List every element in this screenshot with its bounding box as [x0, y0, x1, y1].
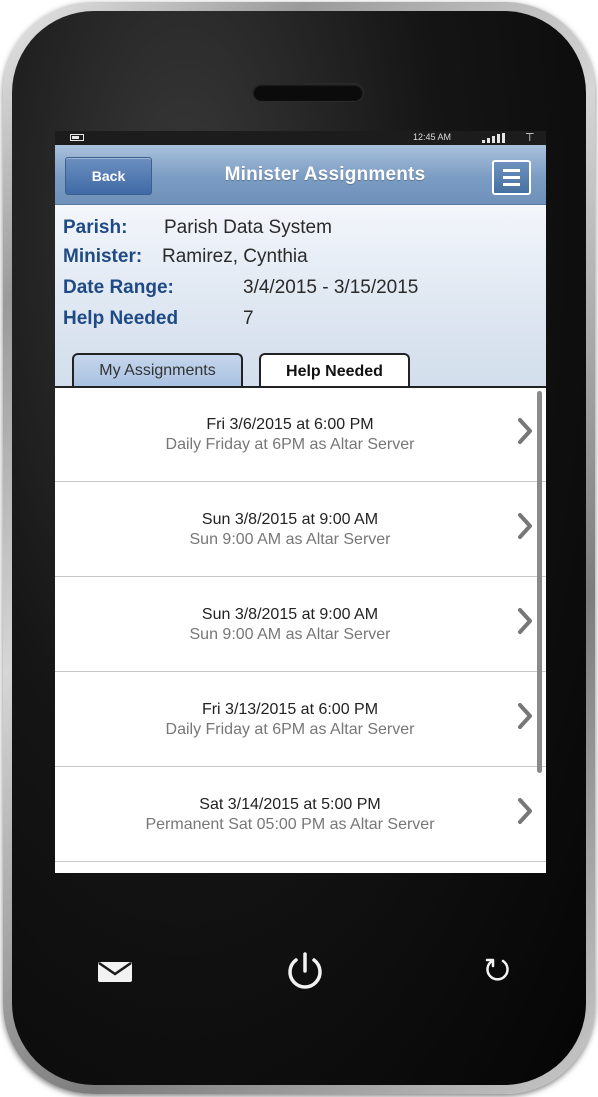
- tab-my-assignments[interactable]: My Assignments: [72, 353, 243, 386]
- power-icon[interactable]: [285, 951, 325, 991]
- scrollbar[interactable]: [537, 391, 542, 773]
- app-header: Back Minister Assignments: [55, 145, 546, 205]
- list-item[interactable]: Fri 3/6/2015 at 6:00 PM Daily Friday at …: [55, 388, 546, 482]
- list-item[interactable]: Sat 3/14/2015 at 5:00 PM Permanent Sat 0…: [55, 768, 546, 862]
- signal-icon: [482, 133, 512, 143]
- page-title: Minister Assignments: [224, 164, 426, 185]
- refresh-icon[interactable]: [483, 956, 511, 984]
- item-date: Fri 3/6/2015 at 6:00 PM: [206, 416, 374, 433]
- date-range-label: Date Range:: [63, 277, 174, 298]
- menu-button[interactable]: [492, 160, 531, 195]
- chevron-right-icon: [518, 513, 532, 539]
- back-button[interactable]: Back: [65, 157, 152, 195]
- help-needed-label: Help Needed: [63, 308, 179, 329]
- chevron-right-icon: [518, 798, 532, 824]
- item-date: Fri 3/13/2015 at 6:00 PM: [201, 701, 379, 718]
- item-description: Sun 9:00 AM as Altar Server: [189, 626, 391, 643]
- assignment-list: Fri 3/6/2015 at 6:00 PM Daily Friday at …: [55, 388, 546, 873]
- item-date: Sun 3/8/2015 at 9:00 AM: [201, 511, 379, 528]
- antenna-icon: ⊤: [525, 132, 535, 144]
- list-item[interactable]: Fri 3/13/2015 at 6:00 PM Daily Friday at…: [55, 673, 546, 767]
- phone-screen: 12:45 AM ⊤ Back Minister Assignments Par…: [55, 131, 546, 873]
- list-item[interactable]: Sun 3/8/2015 at 9:00 AM Sun 9:00 AM as A…: [55, 483, 546, 577]
- item-description: Daily Friday at 6PM as Altar Server: [165, 721, 415, 738]
- minister-label: Minister:: [63, 246, 143, 267]
- help-needed-value: 7: [243, 308, 254, 329]
- item-date: Sun 3/8/2015 at 9:00 AM: [201, 606, 379, 623]
- parish-label: Parish:: [63, 217, 128, 238]
- chevron-right-icon: [518, 703, 532, 729]
- item-description: Daily Friday at 6PM as Altar Server: [165, 436, 415, 453]
- speaker-grille: [253, 84, 363, 101]
- status-time: 12:45 AM: [413, 132, 452, 142]
- mail-icon[interactable]: [98, 962, 132, 982]
- tab-help-needed[interactable]: Help Needed: [259, 353, 410, 388]
- item-date: Sat 3/14/2015 at 5:00 PM: [199, 796, 381, 813]
- item-description: Permanent Sat 05:00 PM as Altar Server: [145, 816, 435, 833]
- battery-icon: [70, 134, 84, 141]
- status-bar: 12:45 AM ⊤: [55, 131, 546, 145]
- parish-value: Parish Data System: [164, 217, 332, 238]
- chevron-right-icon: [518, 608, 532, 634]
- minister-value: Ramirez, Cynthia: [162, 246, 308, 267]
- chevron-right-icon: [518, 418, 532, 444]
- item-description: Sun 9:00 AM as Altar Server: [189, 531, 391, 548]
- date-range-value: 3/4/2015 - 3/15/2015: [243, 277, 419, 298]
- list-item[interactable]: Sun 3/8/2015 at 9:00 AM Sun 9:00 AM as A…: [55, 578, 546, 672]
